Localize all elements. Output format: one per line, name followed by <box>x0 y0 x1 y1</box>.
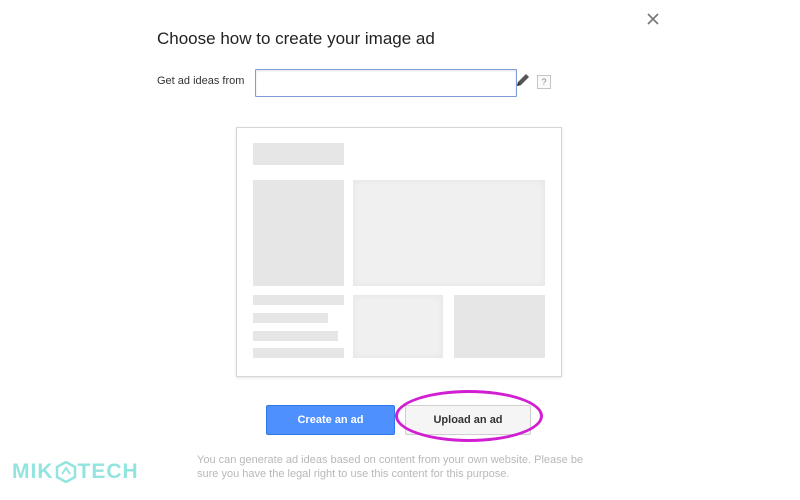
preview-text-line <box>253 295 344 305</box>
edit-button[interactable] <box>515 72 531 88</box>
preview-text-line <box>253 348 344 358</box>
watermark-text-1: MIK <box>12 460 54 483</box>
watermark-logo: MIK TECH <box>12 460 139 484</box>
preview-text-line <box>253 331 338 341</box>
pencil-icon <box>517 74 529 86</box>
shield-logo-icon <box>55 461 76 483</box>
ad-ideas-url-input[interactable] <box>255 69 517 97</box>
preview-headline <box>253 143 344 165</box>
image-ad-dialog: Choose how to create your image ad Get a… <box>0 0 800 500</box>
preview-image-main <box>353 180 545 286</box>
dialog-title: Choose how to create your image ad <box>157 29 435 48</box>
preview-thumb-middle <box>353 295 443 358</box>
create-ad-button[interactable]: Create an ad <box>266 405 395 435</box>
help-icon[interactable]: ? <box>537 75 551 89</box>
watermark-text-2: TECH <box>77 460 139 483</box>
preview-image-left <box>253 180 344 286</box>
close-icon <box>647 13 659 25</box>
preview-thumb-right <box>454 295 545 358</box>
preview-text-line <box>253 313 328 323</box>
upload-ad-button[interactable]: Upload an ad <box>405 405 531 435</box>
ad-ideas-label: Get ad ideas from <box>157 75 245 87</box>
legal-note: You can generate ad ideas based on conte… <box>197 454 584 480</box>
close-button[interactable] <box>642 8 664 30</box>
ad-preview <box>236 127 562 377</box>
